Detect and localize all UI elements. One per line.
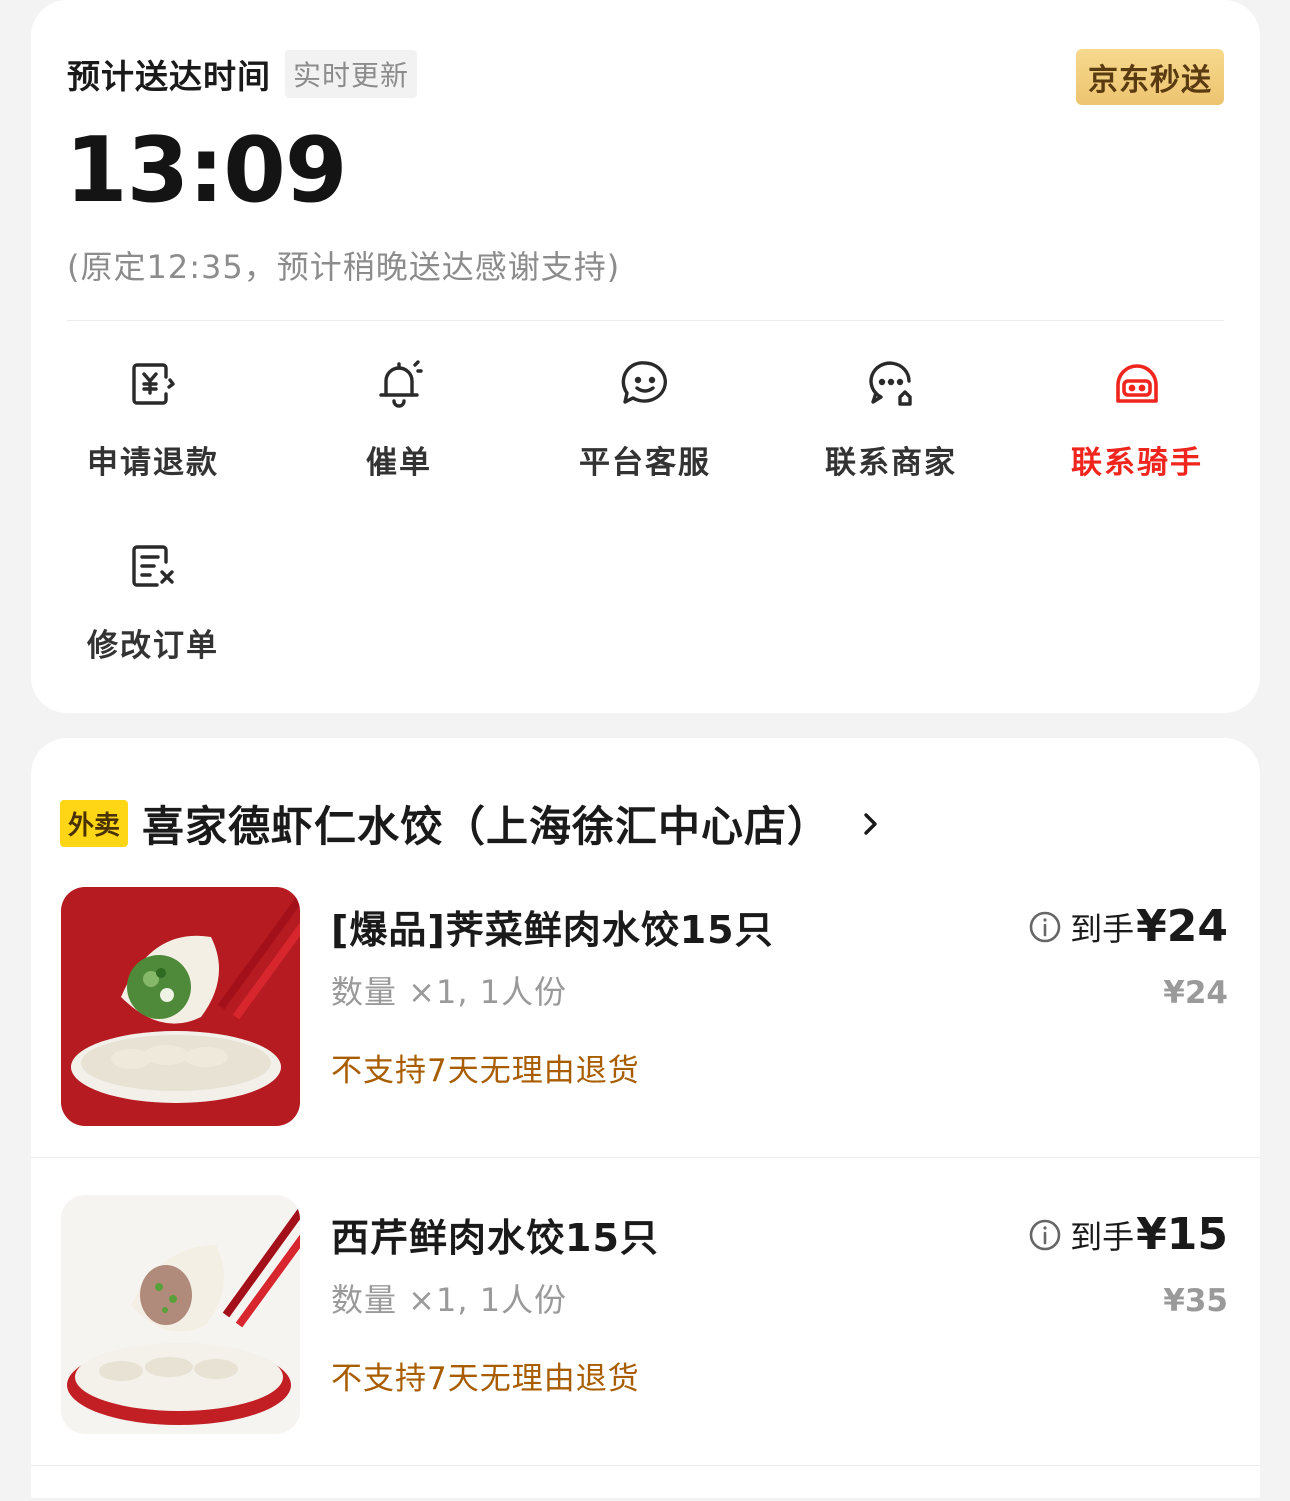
order-card: 外卖 喜家德虾仁水饺（上海徐汇中心店） [爆品]荠菜鲜肉水饺15只 数量 ×1,…: [31, 738, 1260, 1498]
chevron-right-icon[interactable]: [860, 809, 882, 839]
divider: [67, 320, 1224, 321]
store-header[interactable]: 外卖 喜家德虾仁水饺（上海徐汇中心店）: [60, 793, 882, 854]
smile-chat-icon: [621, 361, 667, 404]
realtime-tag: 实时更新: [285, 50, 418, 98]
eta-header: 预计送达时间 实时更新: [67, 50, 418, 98]
price-original: ¥24: [1163, 975, 1228, 1011]
modify-order-label: 修改订单: [87, 628, 219, 664]
refund-action[interactable]: 申请退款: [53, 357, 253, 482]
order-type-tag: 外卖: [60, 800, 129, 847]
platform-service-label: 平台客服: [579, 445, 711, 481]
refund-label: 申请退款: [87, 445, 219, 481]
return-policy: 不支持7天无理由退货: [331, 1053, 640, 1089]
eta-label: 预计送达时间: [67, 57, 271, 96]
urge-order-label: 催单: [366, 445, 432, 481]
eta-note: (原定12:35，预计稍晚送达感谢支持): [67, 248, 621, 286]
price-row: 到手 ¥24: [1028, 901, 1228, 952]
modify-order-action[interactable]: 修改订单: [53, 540, 253, 665]
contact-rider-label: 联系骑手: [1071, 445, 1203, 481]
item-qty: 数量 ×1, 1人份: [331, 973, 568, 1011]
price-label: 到手: [1070, 909, 1135, 948]
rider-helmet-icon: [1116, 364, 1158, 403]
store-name[interactable]: 喜家德虾仁水饺（上海徐汇中心店）: [142, 793, 830, 854]
price-label: 到手: [1070, 1217, 1135, 1256]
contact-rider-action[interactable]: 联系骑手: [1037, 357, 1237, 482]
contact-merchant-action[interactable]: 联系商家: [791, 357, 991, 482]
info-icon[interactable]: [1028, 1218, 1062, 1252]
info-icon[interactable]: [1028, 910, 1062, 944]
contact-merchant-label: 联系商家: [825, 445, 957, 481]
item-name: [爆品]荠菜鲜肉水饺15只: [331, 908, 774, 952]
dumpling-shepherds-purse-photo: [61, 887, 300, 1126]
price-original: ¥35: [1163, 1283, 1228, 1319]
order-item[interactable]: 西芹鲜肉水饺15只 数量 ×1, 1人份 不支持7天无理由退货 到手 ¥15 ¥…: [31, 1195, 1260, 1501]
urge-order-action[interactable]: 催单: [299, 357, 499, 482]
order-item[interactable]: [爆品]荠菜鲜肉水饺15只 数量 ×1, 1人份 不支持7天无理由退货 到手 ¥…: [31, 887, 1260, 1193]
item-name: 西芹鲜肉水饺15只: [331, 1216, 659, 1260]
dumpling-celery-photo: [61, 1195, 300, 1434]
price-final: ¥15: [1136, 1209, 1228, 1260]
platform-service-action[interactable]: 平台客服: [545, 357, 745, 482]
return-policy: 不支持7天无理由退货: [331, 1361, 640, 1397]
store-chat-icon: [869, 361, 912, 406]
price-final: ¥24: [1136, 901, 1228, 952]
delivery-card: 预计送达时间 实时更新 京东秒送 13:09 (原定12:35，预计稍晚送达感谢…: [31, 0, 1260, 713]
edit-order-icon: [132, 545, 174, 587]
item-qty: 数量 ×1, 1人份: [331, 1281, 568, 1319]
refund-icon: [132, 363, 175, 405]
divider: [31, 1465, 1260, 1466]
eta-time: 13:09: [65, 118, 347, 223]
price-row: 到手 ¥15: [1028, 1209, 1228, 1260]
divider: [31, 1157, 1260, 1158]
brand-tag: 京东秒送: [1076, 49, 1224, 105]
bell-icon: [379, 360, 423, 408]
